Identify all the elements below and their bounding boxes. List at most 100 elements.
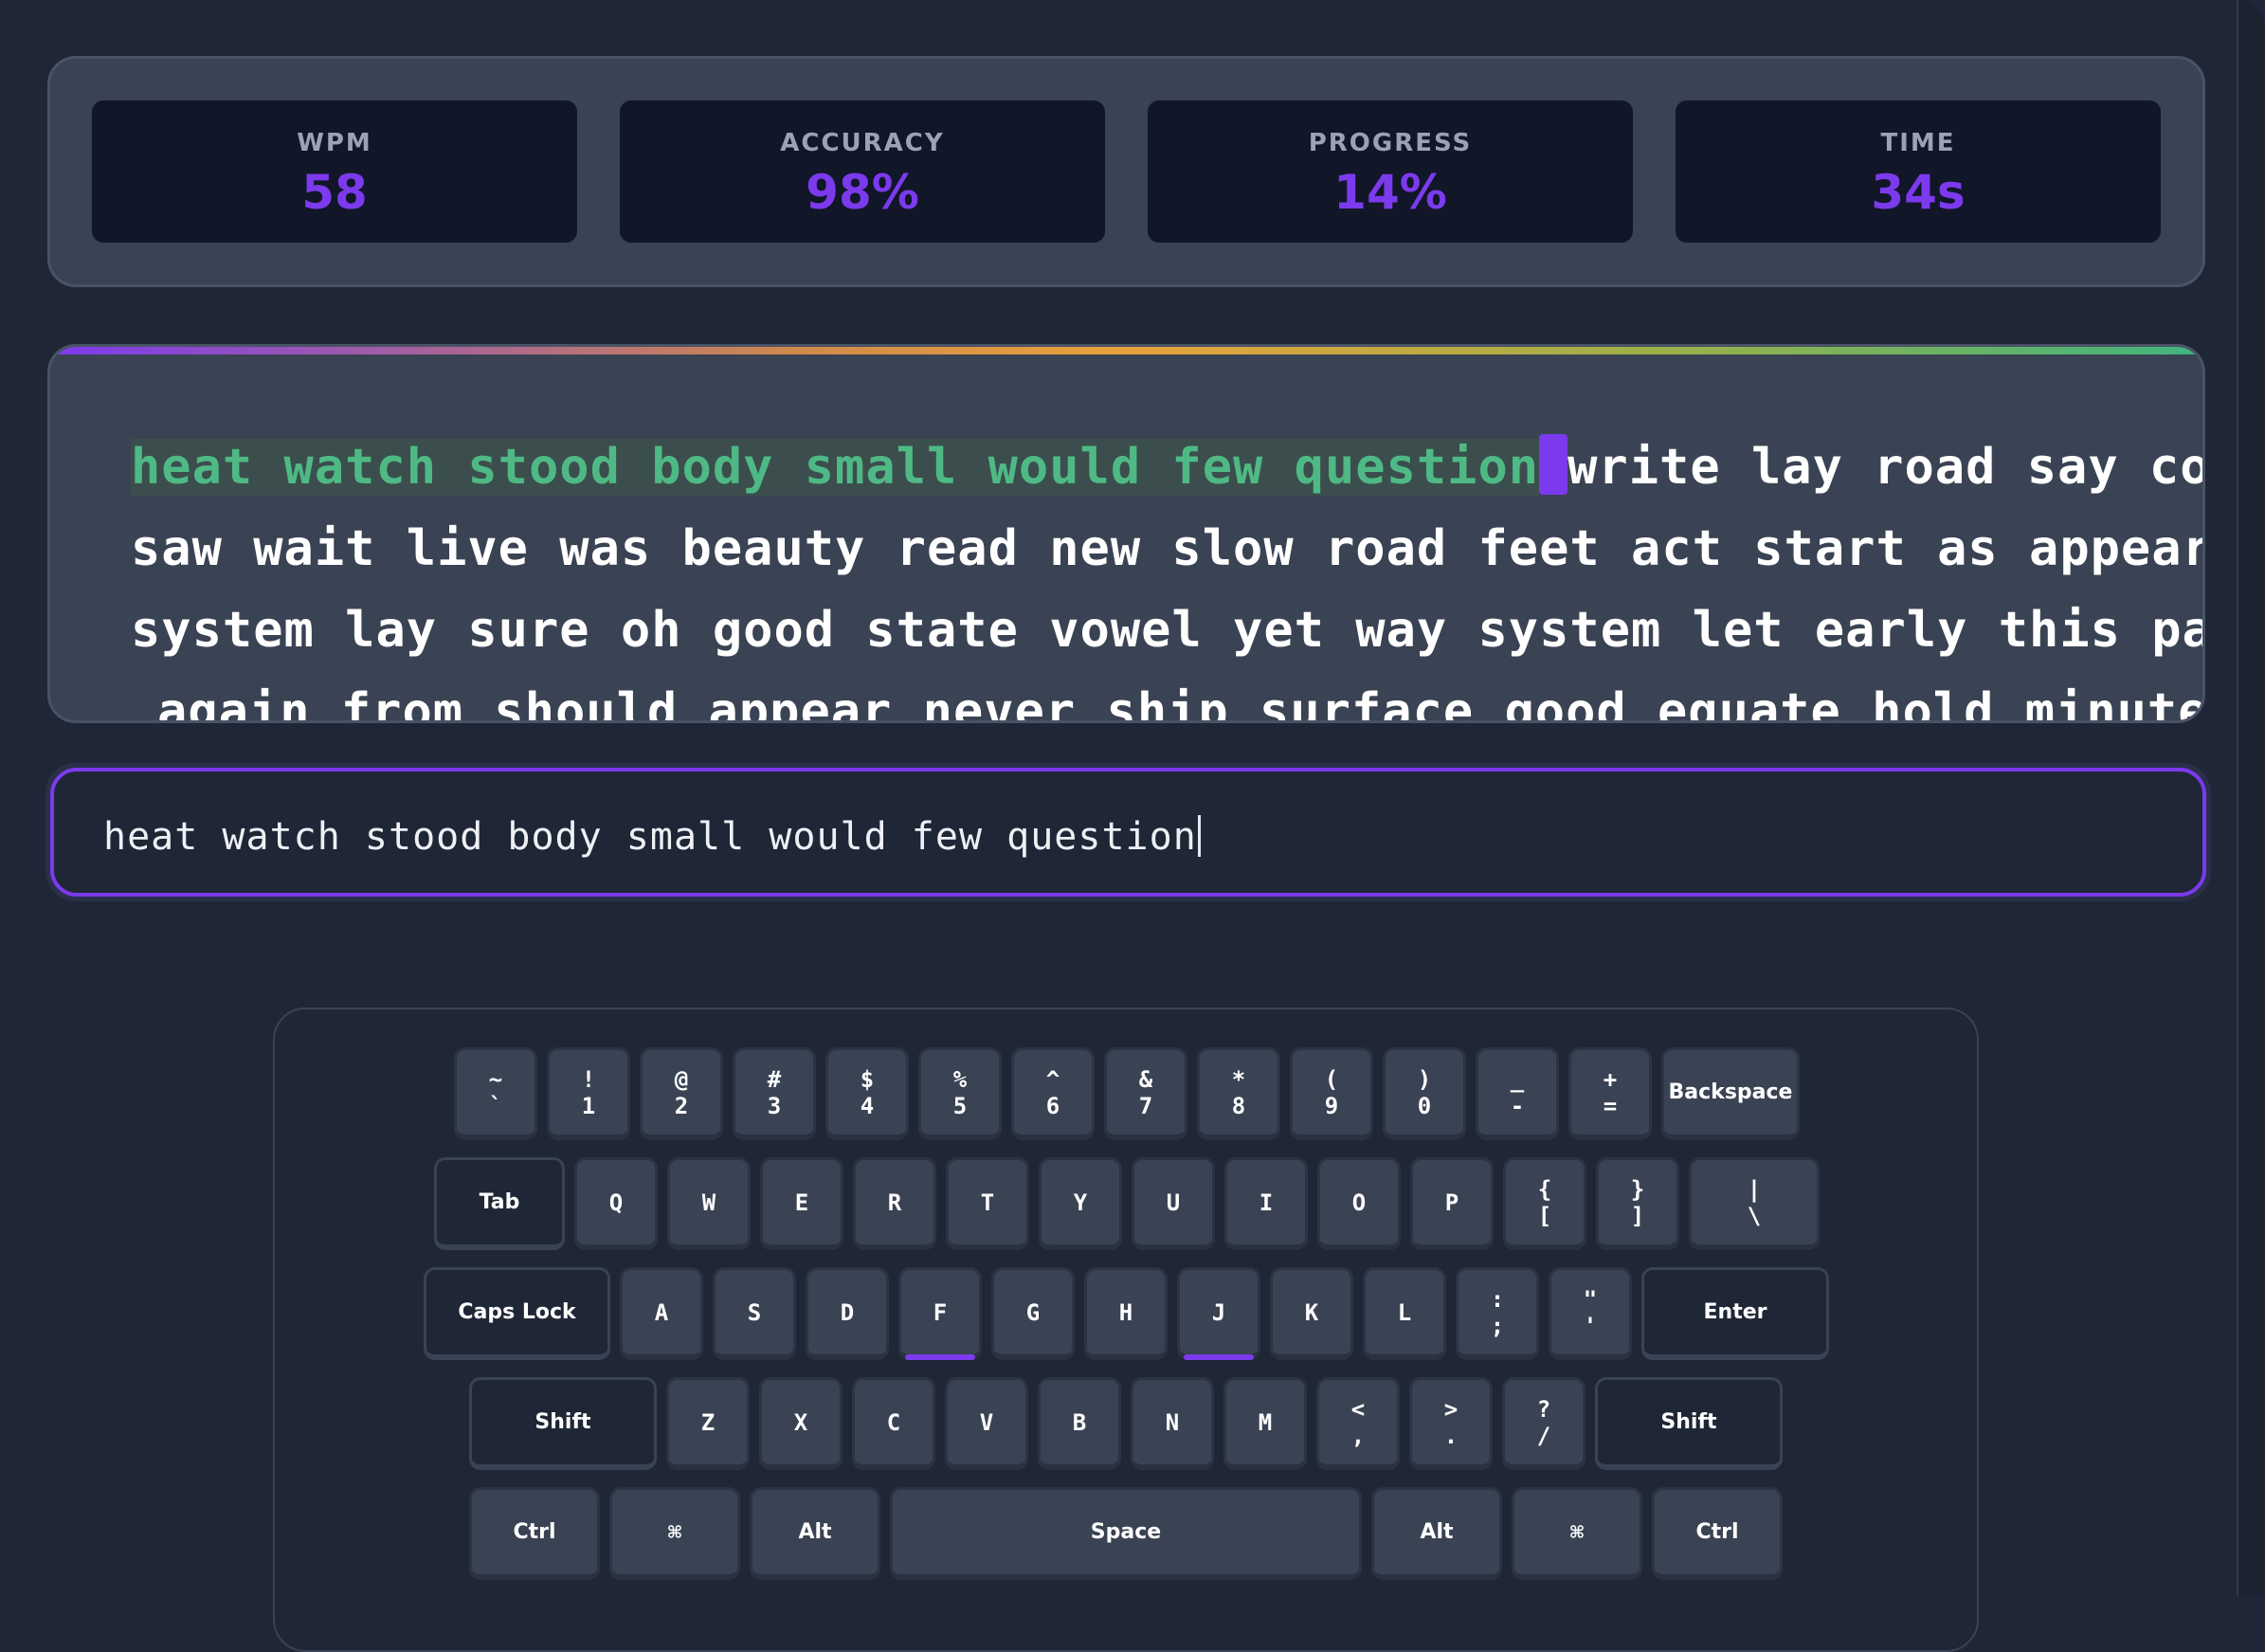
key-g[interactable]: G <box>991 1267 1075 1360</box>
command-icon: ⌘ <box>667 1518 682 1546</box>
key-2[interactable]: @2 <box>640 1047 723 1140</box>
passage-text: heat watch stood body small would few qu… <box>131 427 2202 720</box>
key-r[interactable]: R <box>853 1157 936 1250</box>
key-7[interactable]: & 7 <box>1104 1047 1187 1140</box>
key-space[interactable]: Space <box>890 1487 1362 1580</box>
key-base-char: 0 <box>1417 1092 1432 1119</box>
key-backtick[interactable]: ~ ` <box>454 1047 537 1140</box>
key-3[interactable]: #3 <box>733 1047 816 1140</box>
typed-text: heat watch stood body small would few qu… <box>131 439 1540 496</box>
stat-value: 98% <box>806 165 919 220</box>
key-shift-char: ? <box>1536 1395 1551 1423</box>
stat-label: PROGRESS <box>1308 129 1473 157</box>
key-cmd-left[interactable]: ⌘ <box>609 1487 740 1580</box>
key-quote[interactable]: " ' <box>1549 1267 1632 1360</box>
stat-time: TIME 34s <box>1674 99 2163 245</box>
key-equals[interactable]: + = <box>1568 1047 1652 1140</box>
key-label: A <box>654 1298 669 1326</box>
key-e[interactable]: E <box>760 1157 843 1250</box>
key-alt-right[interactable]: Alt <box>1371 1487 1502 1580</box>
key-base-char: 5 <box>952 1092 968 1119</box>
key-z[interactable]: Z <box>666 1377 750 1470</box>
key-label: W <box>701 1189 716 1216</box>
key-shift-char: < <box>1350 1395 1366 1423</box>
key-0[interactable]: ) 0 <box>1383 1047 1466 1140</box>
key-right-bracket[interactable]: }] <box>1596 1157 1679 1250</box>
key-6[interactable]: ^ 6 <box>1011 1047 1095 1140</box>
key-tab[interactable]: Tab <box>434 1157 565 1250</box>
key-backslash[interactable]: | \ <box>1689 1157 1820 1250</box>
key-minus[interactable]: _ - <box>1476 1047 1559 1140</box>
key-w[interactable]: W <box>667 1157 751 1250</box>
key-t[interactable]: T <box>946 1157 1029 1250</box>
typing-input-focus-ring: heat watch stood body small would few qu… <box>45 763 2211 901</box>
key-o[interactable]: O <box>1317 1157 1401 1250</box>
key-shift-char: * <box>1231 1065 1246 1093</box>
key-label: Shift <box>1660 1409 1717 1434</box>
key-shift-char: % <box>952 1065 968 1093</box>
key-base-char: 4 <box>860 1092 875 1119</box>
key-semicolon[interactable]: :; <box>1456 1267 1539 1360</box>
key-b[interactable]: B <box>1038 1377 1121 1470</box>
key-1[interactable]: ! 1 <box>547 1047 630 1140</box>
key-j[interactable]: J <box>1177 1267 1260 1360</box>
key-label: M <box>1258 1408 1273 1436</box>
key-slash[interactable]: ? / <box>1502 1377 1586 1470</box>
key-label: G <box>1025 1298 1041 1326</box>
key-backspace[interactable]: Backspace <box>1661 1047 1800 1140</box>
stat-accuracy: ACCURACY 98% <box>618 99 1107 245</box>
virtual-keyboard: ~ ` ! 1 @2 #3 $4 % 5 ^ 6 & 7 * 8 (9 ) 0 _ - + = B… <box>273 1008 1979 1652</box>
key-comma[interactable]: <, <box>1316 1377 1400 1470</box>
key-base-char: 2 <box>674 1092 689 1119</box>
key-y[interactable]: Y <box>1039 1157 1122 1250</box>
typing-input[interactable]: heat watch stood body small would few qu… <box>50 768 2206 897</box>
key-label: Z <box>700 1408 716 1436</box>
key-s[interactable]: S <box>713 1267 796 1360</box>
key-a[interactable]: A <box>620 1267 703 1360</box>
stat-value: 58 <box>301 165 368 220</box>
typing-input-text: heat watch stood body small would few qu… <box>103 815 1201 859</box>
key-label: Tab <box>479 1189 520 1214</box>
input-value: heat watch stood body small would few qu… <box>103 815 1197 859</box>
key-i[interactable]: I <box>1224 1157 1308 1250</box>
key-ctrl-left[interactable]: Ctrl <box>469 1487 600 1580</box>
key-8[interactable]: * 8 <box>1197 1047 1280 1140</box>
key-alt-left[interactable]: Alt <box>750 1487 880 1580</box>
key-x[interactable]: X <box>759 1377 843 1470</box>
key-5[interactable]: % 5 <box>918 1047 1002 1140</box>
key-label: Caps Lock <box>458 1299 576 1324</box>
key-caps-lock[interactable]: Caps Lock <box>424 1267 610 1360</box>
key-f[interactable]: F <box>898 1267 982 1360</box>
key-4[interactable]: $4 <box>825 1047 909 1140</box>
key-9[interactable]: (9 <box>1290 1047 1373 1140</box>
key-label: T <box>980 1189 995 1216</box>
key-shift-left[interactable]: Shift <box>469 1377 657 1470</box>
key-u[interactable]: U <box>1132 1157 1215 1250</box>
key-shift-char: > <box>1443 1395 1459 1423</box>
key-base-char: = <box>1603 1092 1618 1119</box>
key-left-bracket[interactable]: {[ <box>1503 1157 1586 1250</box>
key-label: H <box>1118 1298 1133 1326</box>
key-shift-right[interactable]: Shift <box>1595 1377 1783 1470</box>
key-k[interactable]: K <box>1270 1267 1353 1360</box>
key-c[interactable]: C <box>852 1377 935 1470</box>
key-shift-char: ^ <box>1045 1065 1060 1093</box>
key-p[interactable]: P <box>1410 1157 1494 1250</box>
key-cmd-right[interactable]: ⌘ <box>1512 1487 1642 1580</box>
key-h[interactable]: H <box>1084 1267 1168 1360</box>
input-caret <box>1197 815 1201 857</box>
key-l[interactable]: L <box>1363 1267 1446 1360</box>
key-label: N <box>1165 1408 1180 1436</box>
key-n[interactable]: N <box>1131 1377 1214 1470</box>
key-base-char: 7 <box>1138 1092 1153 1119</box>
key-d[interactable]: D <box>806 1267 889 1360</box>
key-period[interactable]: >. <box>1409 1377 1493 1470</box>
key-v[interactable]: V <box>945 1377 1028 1470</box>
key-label: P <box>1444 1189 1459 1216</box>
key-m[interactable]: M <box>1223 1377 1307 1470</box>
key-ctrl-right[interactable]: Ctrl <box>1652 1487 1783 1580</box>
key-label: Ctrl <box>1695 1519 1739 1544</box>
key-q[interactable]: Q <box>574 1157 658 1250</box>
key-enter[interactable]: Enter <box>1641 1267 1829 1360</box>
key-label: J <box>1211 1298 1226 1326</box>
